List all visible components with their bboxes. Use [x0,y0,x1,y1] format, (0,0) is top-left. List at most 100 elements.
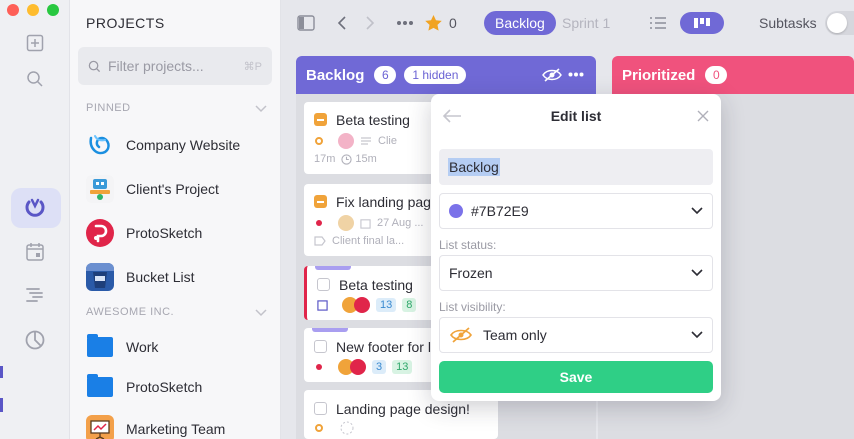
window-controls [7,4,59,16]
card-title: Beta testing [336,112,410,128]
card-tag: Client final la... [332,235,405,247]
board-toolbar: 0 Backlog Sprint 1 Subtasks [281,0,854,46]
list-status-select[interactable]: Frozen [439,255,713,291]
more-options-icon[interactable] [568,72,584,77]
hidden-cards-badge[interactable]: 1 hidden [404,66,467,84]
section-awesome-inc-label: AWESOME INC. [86,306,175,318]
card-meta: Clie [314,133,397,149]
search-icon[interactable] [24,68,46,90]
gear-icon [315,137,323,145]
blue-spiral-logo-icon [86,131,114,159]
time-spent: 17m [314,153,336,165]
sprint-1-tab[interactable]: Sprint 1 [562,15,610,31]
calendar-icon[interactable] [24,241,46,263]
chevron-down-icon [691,331,703,339]
bell-icon [340,421,354,435]
close-icon[interactable] [697,110,709,122]
section-pinned-label: PINNED [86,102,131,114]
bug-icon [316,364,322,370]
column-title: Prioritized [622,66,696,84]
card-meta: 13 8 [317,297,417,313]
label-stripe [312,328,348,332]
back-arrow-icon[interactable] [336,15,348,31]
task-checkbox[interactable] [317,278,330,291]
project-label: Bucket List [126,269,195,285]
timeline-icon[interactable] [24,284,46,306]
time-estimate: 15m [355,153,377,165]
sprint-backlog-pill[interactable]: Backlog [484,11,556,35]
projects-logo-icon[interactable] [24,197,46,219]
project-clients-project[interactable]: Client's Project [86,174,219,204]
list-visibility-select[interactable]: Team only [439,317,713,353]
list-color-select[interactable]: #7B72E9 [439,193,713,229]
avatar [338,133,354,149]
search-icon [88,60,101,72]
projects-sidebar: PROJECTS ⌘P PINNED Company Website Clien… [70,0,281,439]
save-button[interactable]: Save [439,361,713,393]
project-label: Company Website [126,137,241,153]
bucket-list-icon [86,263,114,291]
new-item-icon[interactable] [24,32,46,54]
project-label: Client's Project [126,181,219,197]
card-title: Landing page design! [336,401,470,417]
list-name-input[interactable]: Backlog [439,149,713,185]
project-label: ProtoSketch [126,225,203,241]
status-value: Frozen [449,265,493,281]
more-options-icon[interactable] [395,16,415,30]
column-count-badge: 6 [374,66,397,84]
minimize-window-button[interactable] [27,4,39,16]
search-shortcut-hint: ⌘P [243,60,262,73]
project-marketing-team[interactable]: Marketing Team [86,414,225,439]
filter-projects-search[interactable]: ⌘P [78,47,272,85]
zoom-window-button[interactable] [47,4,59,16]
count-badge: 3 [372,360,387,374]
color-swatch [449,204,463,218]
chevron-down-icon[interactable] [254,104,268,114]
reports-icon[interactable] [24,329,46,351]
description-icon [361,137,371,145]
folder-icon [86,373,114,401]
count-badge: 13 [376,298,397,312]
project-work[interactable]: Work [86,332,158,362]
dialog-title: Edit list [550,108,602,124]
robot-icon [86,175,114,203]
project-label: Work [126,339,159,355]
task-status-checkbox[interactable] [314,195,327,208]
chevron-down-icon[interactable] [254,308,268,318]
close-window-button[interactable] [7,4,19,16]
chevron-down-icon [691,207,703,215]
sidebar-title: PROJECTS [86,15,165,31]
column-header-backlog[interactable]: Backlog 6 1 hidden [296,56,596,94]
project-company-website[interactable]: Company Website [86,130,240,160]
subtasks-toggle[interactable] [825,11,854,35]
label-stripe [315,266,351,270]
task-checkbox[interactable] [314,340,327,353]
card-tag: Clie [378,135,397,147]
card-meta [314,421,354,435]
card-time: 17m 15m [314,153,377,165]
task-status-checkbox[interactable] [314,113,327,126]
column-title: Backlog [306,66,365,84]
app-rail [0,0,70,439]
project-protosketch-folder[interactable]: ProtoSketch [86,372,202,402]
column-header-prioritized[interactable]: Prioritized 0 [612,56,854,94]
forward-arrow-icon[interactable] [364,15,376,31]
toggle-sidebar-icon[interactable] [297,14,315,32]
card-meta: 27 Aug ... [314,215,423,231]
avatar [338,215,354,231]
project-bucket-list[interactable]: Bucket List [86,262,194,292]
avatar [350,359,366,375]
list-view-icon[interactable] [649,15,667,31]
star-icon[interactable] [423,13,443,33]
task-checkbox[interactable] [314,402,327,415]
eye-off-icon[interactable] [542,68,562,82]
project-label: ProtoSketch [126,379,203,395]
presentation-icon [86,415,114,439]
list-name-value: Backlog [448,158,500,176]
board-view-icon[interactable] [680,12,724,34]
color-value: #7B72E9 [471,203,529,219]
card-meta: 3 13 [314,359,413,375]
card-tag-row: Client final la... [314,235,404,247]
filter-projects-input[interactable] [108,58,228,74]
project-protosketch[interactable]: ProtoSketch [86,218,202,248]
